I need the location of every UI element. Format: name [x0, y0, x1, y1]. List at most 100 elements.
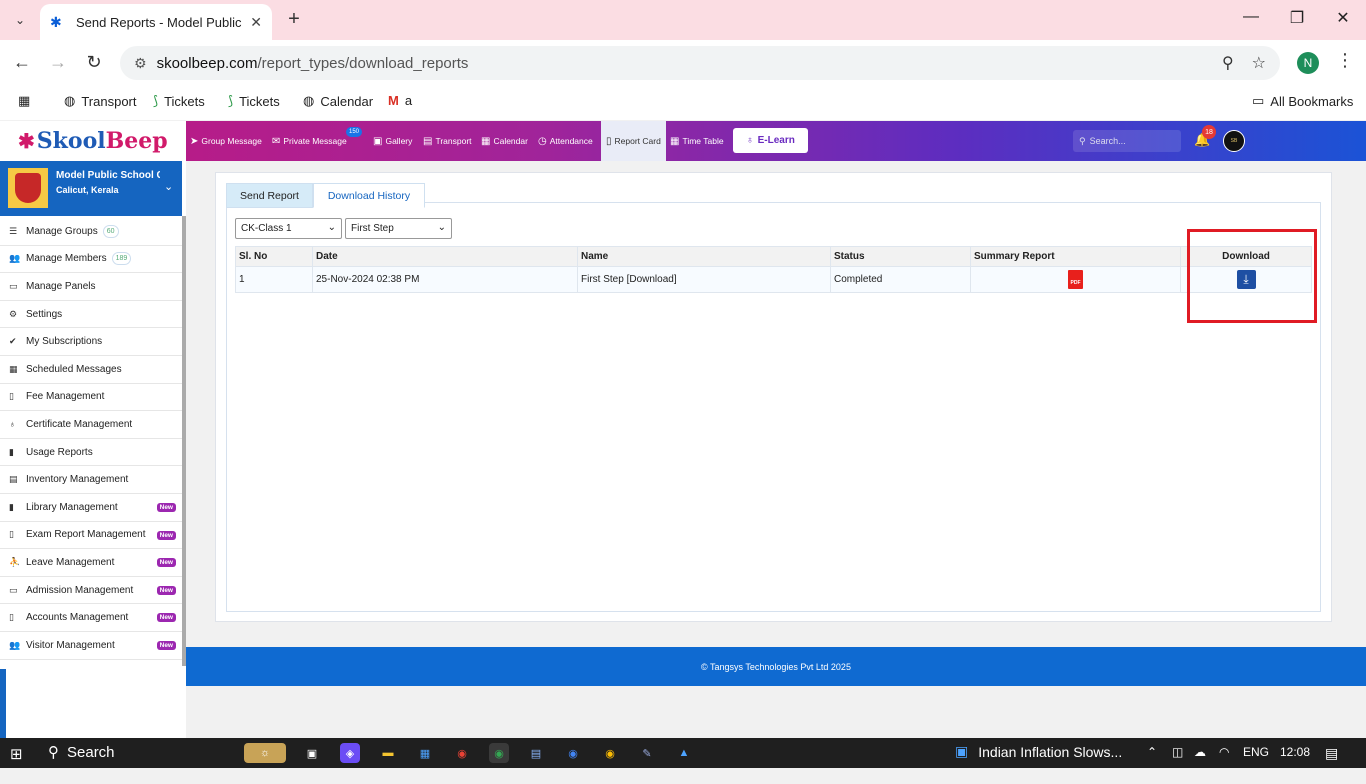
check-icon: ✔	[9, 336, 17, 347]
school-crest-icon	[8, 168, 48, 208]
sidebar-item-manage-members[interactable]: 👥 Manage Members 189	[0, 246, 182, 274]
table-row: 1 25-Nov-2024 02:38 PM First Step [Downl…	[235, 266, 1312, 293]
camera-icon[interactable]: ◫	[1172, 745, 1183, 759]
sidebar-item-admission-management[interactable]: ▭ Admission Management New	[0, 577, 182, 605]
sidebar-item-usage-reports[interactable]: ▮ Usage Reports	[0, 439, 182, 467]
file-explorer-icon[interactable]: ▬	[378, 743, 398, 763]
clock[interactable]: 12:08	[1280, 745, 1310, 759]
onedrive-icon[interactable]: ☁	[1194, 745, 1206, 759]
bookmark-calendar[interactable]: ◍ Calendar	[303, 93, 373, 109]
news-widget[interactable]: ▣ Indian Inflation Slows...	[955, 743, 1122, 760]
tab-send-report[interactable]: Send Report	[226, 183, 313, 208]
minimize-icon[interactable]: —	[1236, 8, 1266, 26]
bookmark-transport[interactable]: ◍ Transport	[64, 93, 137, 109]
nav-group-message[interactable]: ➤ Group Message	[190, 121, 262, 161]
weather-widget-icon[interactable]: ☼	[244, 743, 286, 763]
skoolbeep-logo[interactable]: ✱ Skool Beep	[0, 121, 186, 161]
sidebar-scrollbar[interactable]	[182, 216, 186, 666]
nav-transport[interactable]: ▤ Transport	[423, 121, 472, 161]
calendar-icon: ▦	[481, 135, 491, 147]
users-icon: 👥	[9, 639, 21, 650]
browser-menu-icon[interactable]: ⋮	[1336, 50, 1354, 71]
close-window-icon[interactable]: ✕	[1328, 8, 1358, 28]
close-tab-icon[interactable]: ✕	[250, 14, 262, 31]
tab-search-icon[interactable]: ⌄	[8, 8, 32, 32]
bookmark-star-icon[interactable]: ☆	[1252, 53, 1266, 73]
forward-icon[interactable]: →	[46, 52, 70, 73]
sidebar-item-library-management[interactable]: ▮ Library Management New	[0, 494, 182, 522]
chrome-active-icon[interactable]: ◉	[489, 743, 509, 763]
tab-download-history[interactable]: Download History	[313, 183, 425, 208]
elearn-button[interactable]: ♁ E-Learn	[733, 128, 808, 153]
step-select[interactable]: First Step ⌄	[345, 218, 452, 239]
paint-icon[interactable]: ✎	[637, 743, 657, 763]
sidebar-item-my-subscriptions[interactable]: ✔ My Subscriptions	[0, 328, 182, 356]
show-hidden-icons-icon[interactable]: ⌃	[1147, 745, 1157, 759]
nav-time-table[interactable]: ▦ Time Table	[670, 121, 724, 161]
school-selector[interactable]: Model Public School C Calicut, Kerala ⌄	[0, 161, 182, 216]
cell-name: First Step [Download]	[577, 266, 831, 293]
back-icon[interactable]: ←	[10, 52, 34, 73]
nav-calendar[interactable]: ▦ Calendar	[481, 121, 528, 161]
store-icon[interactable]: ▦	[415, 743, 435, 763]
calendar-icon: ▦	[9, 363, 18, 374]
sidebar-item-scheduled-messages[interactable]: ▦ Scheduled Messages	[0, 356, 182, 384]
pdf-icon[interactable]: PDF	[1068, 270, 1083, 289]
chrome-icon[interactable]: ◉	[452, 743, 472, 763]
chrome-profile-2-icon[interactable]: ◉	[600, 743, 620, 763]
sidebar-item-leave-management[interactable]: ⛹ Leave Management New	[0, 549, 182, 577]
profile-avatar[interactable]: N	[1297, 52, 1319, 74]
notifications-icon[interactable]: ▤	[1325, 745, 1338, 762]
task-view-icon[interactable]: ▣	[302, 743, 322, 763]
restore-icon[interactable]: ❐	[1282, 8, 1312, 28]
school-name: Model Public School C	[56, 170, 160, 181]
globe-icon: ◍	[64, 93, 76, 108]
nav-report-card[interactable]: ▯ Report Card	[601, 121, 666, 161]
windows-start-icon[interactable]: ⊞	[10, 745, 23, 763]
taskbar-search[interactable]: ⚲ Search	[48, 743, 115, 762]
all-bookmarks[interactable]: ▭ All Bookmarks	[1252, 93, 1353, 109]
bookmark-tickets-1[interactable]: ⟆ Tickets	[153, 93, 205, 109]
sidebar-item-manage-groups[interactable]: ☰ Manage Groups 60	[0, 218, 182, 246]
zoom-icon[interactable]: ⚲	[1222, 53, 1234, 73]
new-tab-icon[interactable]: +	[282, 8, 306, 31]
sidebar-item-manage-panels[interactable]: ▭ Manage Panels	[0, 273, 182, 301]
site-info-icon[interactable]: ⚙	[134, 55, 147, 72]
url-bar[interactable]: ⚙ skoolbeep.com/report_types/download_re…	[120, 46, 1280, 80]
inventory-icon: ▤	[9, 474, 18, 485]
sidebar-item-fee-management[interactable]: ▯ Fee Management	[0, 384, 182, 412]
gmail-icon: M	[388, 93, 399, 108]
chevron-down-icon[interactable]: ⌄	[164, 180, 173, 193]
col-status: Status	[830, 246, 971, 267]
user-avatar[interactable]: SB	[1223, 130, 1245, 152]
chevron-down-icon: ⌄	[327, 222, 336, 233]
reload-icon[interactable]: ↻	[82, 52, 106, 73]
sidebar-item-accounts-management[interactable]: ▯ Accounts Management New	[0, 604, 182, 632]
nav-gallery[interactable]: ▣ Gallery	[373, 121, 412, 161]
sidebar-item-inventory-management[interactable]: ▤ Inventory Management	[0, 466, 182, 494]
sidebar-item-exam-report-management[interactable]: ▯ Exam Report Management New	[0, 522, 182, 550]
apps-grid-icon[interactable]: ▦	[18, 93, 30, 109]
sidebar-item-visitor-management[interactable]: 👥 Visitor Management New	[0, 632, 182, 660]
wifi-icon[interactable]: ◠	[1219, 745, 1229, 759]
browser-tab[interactable]: ✱ Send Reports - Model Public Sc ✕	[40, 4, 272, 40]
copilot-icon[interactable]: ◈	[340, 743, 360, 763]
chrome-profile-icon[interactable]: ◉	[563, 743, 583, 763]
nav-private-message[interactable]: ✉ Private Message	[272, 121, 347, 161]
class-select[interactable]: CK-Class 1 ⌄	[235, 218, 342, 239]
notepad-icon[interactable]: ▤	[526, 743, 546, 763]
bookmark-tickets-2[interactable]: ⟆ Tickets	[228, 93, 280, 109]
school-location: Calicut, Kerala	[56, 185, 119, 195]
browser-tab-strip: ⌄ ✱ Send Reports - Model Public Sc ✕ + —…	[0, 0, 1366, 40]
language-indicator[interactable]: ENG	[1243, 745, 1269, 759]
app-search-input[interactable]: ⚲ Search...	[1073, 130, 1181, 152]
clock-icon: ◷	[538, 135, 547, 147]
search-icon: ⚲	[48, 744, 59, 761]
monitor-icon: ▭	[9, 280, 18, 291]
photos-icon[interactable]: ▲	[674, 743, 694, 763]
bookmark-gmail[interactable]: Ma	[388, 93, 412, 108]
col-slno: Sl. No	[235, 246, 313, 267]
sidebar-item-settings[interactable]: ⚙ Settings	[0, 301, 182, 329]
sidebar-item-certificate-management[interactable]: ♁ Certificate Management	[0, 411, 182, 439]
nav-attendance[interactable]: ◷ Attendance	[538, 121, 593, 161]
